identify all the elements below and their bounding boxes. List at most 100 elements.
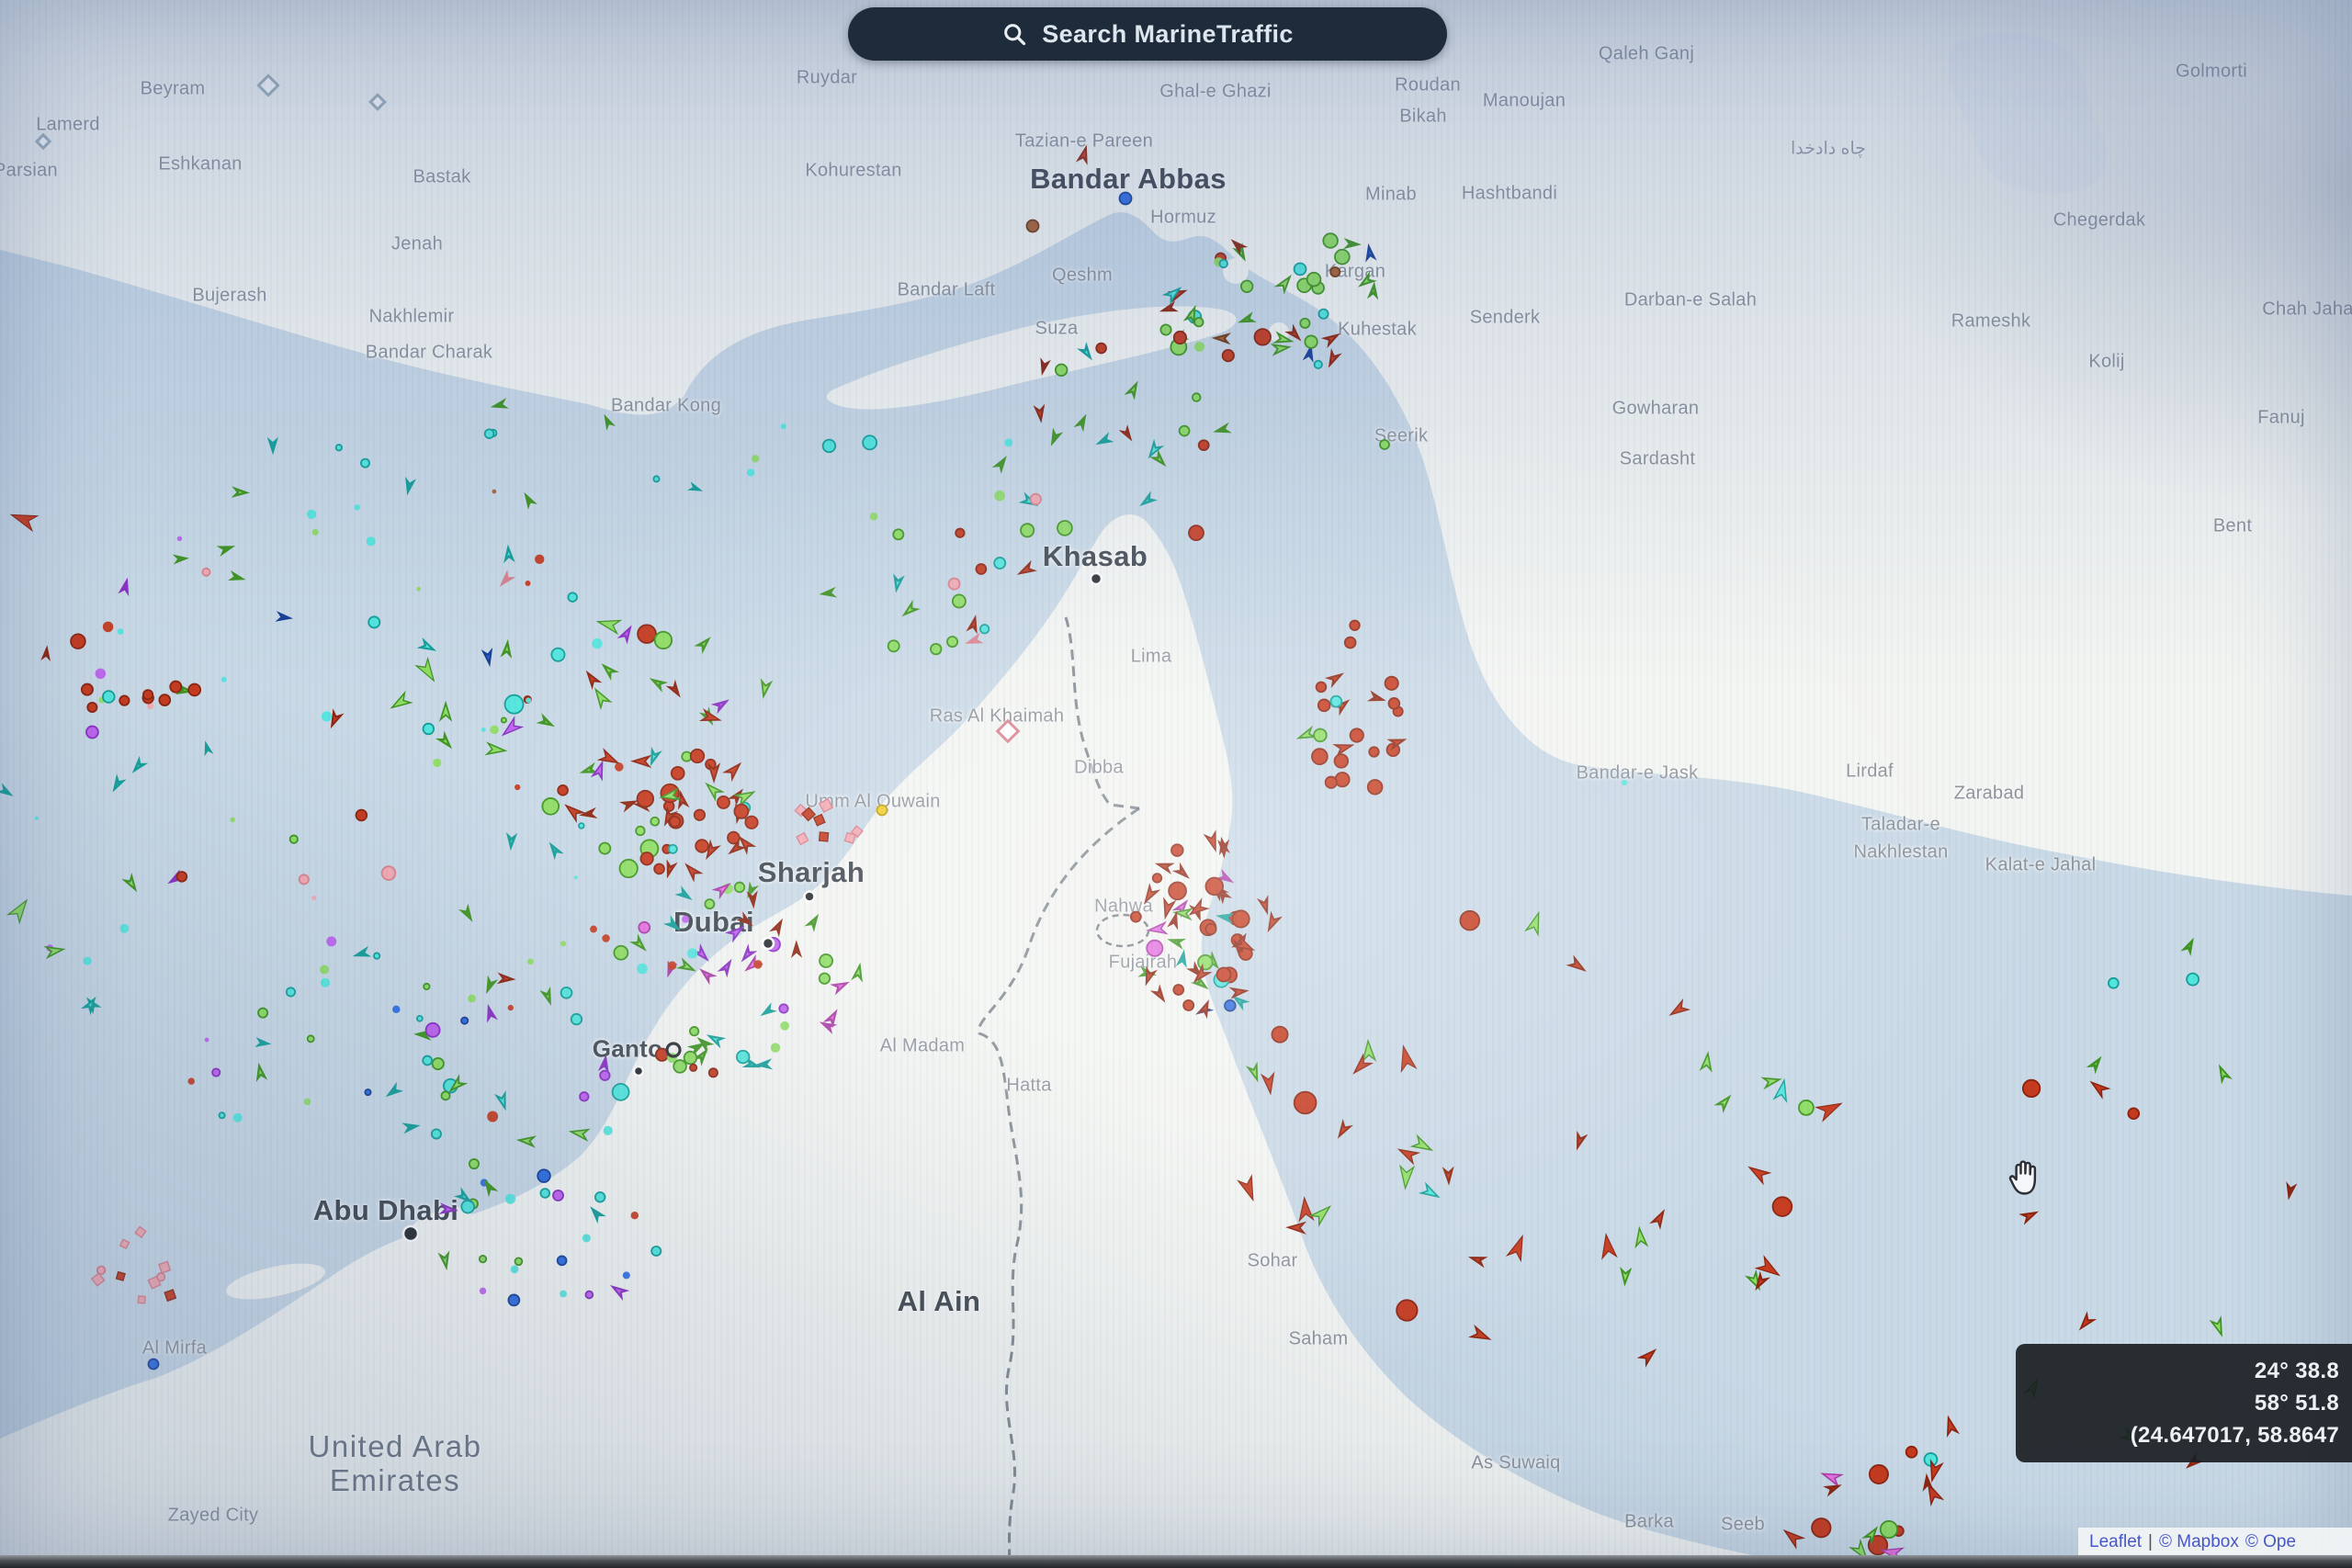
vessel-marker[interactable] — [745, 817, 757, 829]
vessel-marker[interactable] — [468, 995, 476, 1003]
vessel-marker[interactable] — [823, 1022, 831, 1030]
vessel-marker[interactable] — [355, 504, 360, 510]
vessel-marker[interactable] — [1198, 955, 1213, 970]
vessel-marker[interactable] — [103, 622, 114, 633]
vessel-marker[interactable] — [596, 615, 620, 634]
vessel-marker[interactable] — [1943, 1416, 1957, 1435]
vessel-marker[interactable] — [1041, 363, 1047, 371]
vessel-marker[interactable] — [515, 1258, 523, 1265]
vessel-marker[interactable] — [558, 1256, 567, 1265]
vessel-marker[interactable] — [1262, 1074, 1276, 1094]
vessel-marker[interactable] — [591, 686, 610, 707]
vessel-marker[interactable] — [824, 591, 832, 596]
vessel-marker[interactable] — [759, 682, 770, 697]
vessel-marker[interactable] — [170, 682, 181, 693]
vessel-marker[interactable] — [1311, 1202, 1334, 1225]
vessel-marker[interactable] — [631, 1212, 639, 1219]
vessel-marker[interactable] — [484, 1181, 494, 1192]
vessel-marker[interactable] — [442, 1205, 456, 1214]
vessel-marker[interactable] — [439, 735, 453, 749]
vessel-marker[interactable] — [1385, 677, 1398, 690]
vessel-marker[interactable] — [1273, 343, 1290, 355]
vessel-marker[interactable] — [542, 798, 559, 815]
vessel-marker[interactable] — [540, 717, 552, 728]
vessel-marker[interactable] — [416, 587, 421, 592]
vessel-marker[interactable] — [177, 872, 187, 882]
vessel-marker[interactable] — [526, 581, 531, 586]
vessel-marker[interactable] — [741, 947, 754, 962]
vessel-marker[interactable] — [1368, 780, 1383, 795]
vessel-marker[interactable] — [1569, 957, 1588, 974]
vessel-marker[interactable] — [1157, 861, 1171, 872]
vessel-marker[interactable] — [1170, 937, 1182, 946]
vessel-marker[interactable] — [526, 697, 531, 703]
vessel-marker[interactable] — [71, 634, 85, 649]
vessel-marker[interactable] — [602, 1059, 607, 1067]
vessel-marker[interactable] — [771, 1043, 780, 1052]
vessel-marker[interactable] — [1232, 987, 1247, 997]
vessel-marker[interactable] — [601, 663, 615, 677]
vessel-marker[interactable] — [668, 961, 677, 970]
vessel-marker[interactable] — [1781, 1527, 1804, 1548]
vessel-marker[interactable] — [1162, 304, 1174, 313]
vessel-marker[interactable] — [1471, 1326, 1492, 1344]
vessel-marker[interactable] — [602, 934, 610, 942]
vessel-marker[interactable] — [1335, 740, 1353, 754]
vessel-marker[interactable] — [570, 1127, 588, 1140]
vessel-marker[interactable] — [326, 936, 336, 946]
vessel-marker[interactable] — [1330, 696, 1341, 707]
vessel-marker[interactable] — [1171, 916, 1179, 925]
vessel-marker[interactable] — [1241, 281, 1253, 293]
vessel-marker[interactable] — [270, 442, 276, 450]
vessel-marker[interactable] — [1763, 1075, 1781, 1088]
vessel-marker[interactable] — [164, 1290, 175, 1301]
vessel-marker[interactable] — [1799, 1100, 1814, 1115]
vessel-marker[interactable] — [495, 402, 503, 409]
vessel-marker[interactable] — [1127, 382, 1139, 397]
vessel-marker[interactable] — [568, 592, 577, 602]
vessel-marker[interactable] — [221, 677, 227, 682]
vessel-marker[interactable] — [1335, 773, 1349, 786]
vessel-marker[interactable] — [235, 489, 247, 496]
vessel-marker[interactable] — [423, 1056, 432, 1066]
vessel-marker[interactable] — [1372, 694, 1384, 703]
vessel-marker[interactable] — [2211, 1318, 2226, 1337]
vessel-marker[interactable] — [82, 684, 93, 695]
vessel-marker[interactable] — [563, 802, 583, 821]
vessel-marker[interactable] — [1141, 495, 1154, 507]
vessel-marker[interactable] — [614, 946, 628, 960]
vessel-marker[interactable] — [1249, 1065, 1261, 1081]
vessel-marker[interactable] — [1154, 988, 1167, 1002]
vessel-marker[interactable] — [1205, 878, 1223, 896]
vessel-marker[interactable] — [968, 637, 979, 645]
leaflet-link[interactable]: Leaflet — [2089, 1532, 2142, 1552]
vessel-marker[interactable] — [969, 617, 979, 630]
vessel-marker[interactable] — [893, 529, 903, 539]
vessel-marker[interactable] — [600, 1071, 609, 1080]
vessel-marker[interactable] — [693, 1043, 703, 1052]
vessel-marker[interactable] — [505, 1194, 515, 1204]
vessel-marker[interactable] — [1264, 914, 1280, 932]
vessel-marker[interactable] — [388, 1087, 398, 1096]
vessel-marker[interactable] — [779, 1004, 787, 1012]
vessel-marker[interactable] — [304, 1099, 311, 1106]
osm-link[interactable]: © Ope — [2245, 1532, 2296, 1552]
vessel-marker[interactable] — [1169, 882, 1186, 899]
vessel-marker[interactable] — [421, 640, 435, 653]
vessel-marker[interactable] — [690, 1065, 696, 1071]
vessel-marker[interactable] — [205, 1038, 209, 1043]
vessel-marker[interactable] — [258, 1009, 267, 1018]
vessel-marker[interactable] — [424, 984, 429, 989]
vessel-marker[interactable] — [1141, 886, 1158, 904]
vessel-marker[interactable] — [361, 459, 369, 468]
vessel-marker[interactable] — [1160, 899, 1174, 919]
vessel-marker[interactable] — [537, 1169, 550, 1182]
vessel-marker[interactable] — [367, 536, 376, 546]
vessel-marker[interactable] — [680, 961, 695, 974]
vessel-marker[interactable] — [280, 615, 288, 620]
vessel-marker[interactable] — [1315, 361, 1322, 368]
vessel-marker[interactable] — [1599, 1234, 1616, 1258]
vessel-marker[interactable] — [1189, 525, 1204, 540]
vessel-marker[interactable] — [497, 1093, 509, 1109]
vessel-marker[interactable] — [311, 896, 316, 900]
